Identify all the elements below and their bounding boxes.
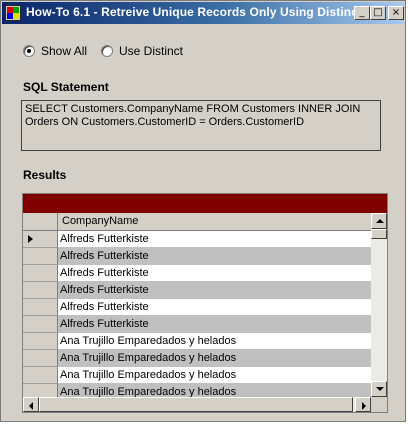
show-all-option[interactable]: Show All [23, 44, 87, 58]
app-window: How-To 6.1 - Retreive Unique Records Onl… [0, 0, 406, 422]
show-all-label[interactable]: Show All [41, 44, 87, 58]
scroll-up-button[interactable] [371, 213, 387, 229]
row-header[interactable] [23, 248, 58, 265]
arrow-down-icon [376, 387, 384, 391]
table-row[interactable]: Alfreds Futterkiste [23, 265, 371, 282]
sql-statement-heading: SQL Statement [23, 80, 109, 94]
row-header[interactable] [23, 299, 58, 316]
row-header[interactable] [23, 333, 58, 350]
arrow-up-icon [376, 219, 384, 223]
use-distinct-option[interactable]: Use Distinct [101, 44, 183, 58]
table-row[interactable]: Alfreds Futterkiste [23, 231, 371, 248]
maximize-button[interactable]: □ [370, 6, 386, 20]
companyname-cell[interactable]: Alfreds Futterkiste [58, 299, 371, 316]
app-icon[interactable] [5, 5, 21, 21]
scroll-left-button[interactable] [23, 397, 39, 412]
companyname-cell[interactable]: Ana Trujillo Emparedados y helados [58, 350, 371, 367]
companyname-cell[interactable]: Alfreds Futterkiste [58, 265, 371, 282]
table-row[interactable]: Ana Trujillo Emparedados y helados [23, 350, 371, 367]
grid-corner-header[interactable] [23, 213, 58, 231]
arrow-right-icon [362, 402, 366, 410]
vertical-scroll-thumb[interactable] [371, 229, 387, 239]
arrow-left-icon [29, 402, 33, 410]
companyname-cell[interactable]: Alfreds Futterkiste [58, 248, 371, 265]
results-grid[interactable]: CompanyName Alfreds Futterkiste Alfreds F… [22, 193, 388, 413]
window-title: How-To 6.1 - Retreive Unique Records Onl… [26, 5, 363, 19]
horizontal-scrollbar[interactable] [23, 397, 371, 412]
use-distinct-label[interactable]: Use Distinct [119, 44, 183, 58]
row-header[interactable] [23, 316, 58, 333]
companyname-cell[interactable]: Ana Trujillo Emparedados y helados [58, 333, 371, 350]
row-header[interactable] [23, 265, 58, 282]
horizontal-scroll-thumb[interactable] [39, 397, 353, 412]
table-row[interactable]: Ana Trujillo Emparedados y helados [23, 333, 371, 350]
use-distinct-radio[interactable] [101, 45, 113, 57]
table-row[interactable]: Alfreds Futterkiste [23, 316, 371, 333]
minimize-button[interactable]: _ [354, 6, 370, 20]
scroll-down-button[interactable] [371, 381, 387, 397]
current-row-pointer-icon [28, 235, 33, 243]
table-row[interactable]: Ana Trujillo Emparedados y helados [23, 367, 371, 384]
results-heading: Results [23, 168, 67, 182]
row-header[interactable] [23, 282, 58, 299]
companyname-cell[interactable]: Alfreds Futterkiste [58, 316, 371, 333]
row-header[interactable] [23, 231, 58, 248]
companyname-cell[interactable]: Alfreds Futterkiste [58, 282, 371, 299]
sql-statement-box: SELECT Customers.CompanyName FROM Custom… [21, 100, 381, 151]
row-header[interactable] [23, 367, 58, 384]
grid-rows: Alfreds Futterkiste Alfreds Futterkiste Al… [23, 231, 371, 401]
row-header[interactable] [23, 350, 58, 367]
companyname-cell[interactable]: Alfreds Futterkiste [58, 231, 371, 248]
scroll-right-button[interactable] [355, 397, 371, 412]
table-row[interactable]: Alfreds Futterkiste [23, 248, 371, 265]
sql-line-2: Orders ON Customers.CustomerID = Orders.… [25, 116, 305, 128]
grid-caption-bar [23, 194, 387, 213]
companyname-cell[interactable]: Ana Trujillo Emparedados y helados [58, 367, 371, 384]
column-header-companyname[interactable]: CompanyName [58, 213, 371, 231]
title-bar[interactable]: How-To 6.1 - Retreive Unique Records Onl… [2, 2, 404, 24]
scrollbar-corner [371, 397, 387, 412]
table-row[interactable]: Alfreds Futterkiste [23, 282, 371, 299]
close-button[interactable]: × [388, 6, 404, 20]
sql-line-1: SELECT Customers.CompanyName FROM Custom… [25, 103, 361, 115]
table-row[interactable]: Alfreds Futterkiste [23, 299, 371, 316]
vertical-scrollbar[interactable] [371, 213, 387, 397]
show-all-radio[interactable] [23, 45, 35, 57]
